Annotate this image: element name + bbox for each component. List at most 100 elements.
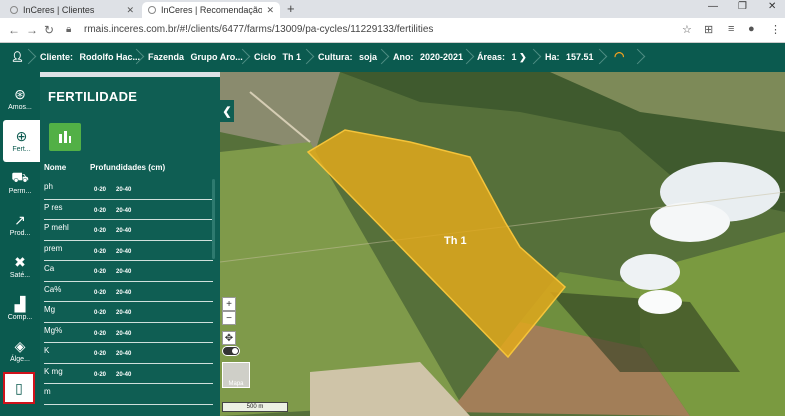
breadcrumb-separator [237, 47, 247, 67]
year-selector[interactable]: Ano: 2020-2021 [393, 52, 463, 62]
table-row[interactable]: P mehl 0-20 20-40 [44, 220, 213, 241]
table-row[interactable]: Ca% 0-20 20-40 [44, 282, 213, 302]
table-row[interactable]: Ca 0-20 20-40 [44, 261, 213, 282]
table-row[interactable]: Mg% 0-20 20-40 [44, 323, 213, 343]
layers-icon: ◈ [14, 337, 26, 354]
rail-item-amostragem[interactable]: ⊛ Amos... [3, 78, 37, 120]
browser-tab-recomendacao[interactable]: InCeres | Recomendação ✕ [142, 2, 280, 18]
client-label: Cliente: [40, 52, 74, 62]
device-icon: ▯ [15, 379, 23, 396]
pan-move-icon[interactable]: ✥ [222, 331, 236, 345]
column-depth-header: Profundidades (cm) [90, 163, 166, 172]
basemap-switcher[interactable]: Mapa [222, 362, 250, 388]
rail-item-fertilidade[interactable]: ⊕ Fert... [3, 120, 40, 162]
url-field[interactable]: rmais.inceres.com.br/#!/clients/6477/far… [84, 24, 433, 35]
farm-label: Fazenda [148, 52, 185, 62]
depth-20-40[interactable]: 20-40 [116, 228, 131, 234]
farm-selector[interactable]: Fazenda Grupo Aro... [148, 52, 243, 62]
depth-0-20[interactable]: 0-20 [94, 310, 106, 316]
tab-title: InCeres | Clientes [23, 5, 95, 15]
collapse-panel-button[interactable]: ❮ [220, 100, 234, 122]
menu-kebab-icon[interactable]: ⋮ [770, 23, 781, 36]
depth-0-20[interactable]: 0-20 [94, 208, 106, 214]
browser-tab-clientes[interactable]: InCeres | Clientes ✕ [4, 2, 140, 18]
row-name: m [44, 387, 51, 396]
table-row[interactable]: prem 0-20 20-40 [44, 241, 213, 261]
breadcrumb-separator [23, 47, 33, 67]
areas-selector[interactable]: Áreas: 1 ❯ [477, 52, 527, 63]
map-view[interactable] [220, 72, 785, 416]
depth-0-20[interactable]: 0-20 [94, 269, 106, 275]
address-bar: ← → ↻ 🔒︎ rmais.inceres.com.br/#!/clients… [0, 18, 785, 43]
depth-0-20[interactable]: 0-20 [94, 187, 106, 193]
cycle-selector[interactable]: Ciclo Th 1 [254, 52, 301, 62]
zoom-out-button[interactable]: − [222, 311, 236, 325]
map-scale: 500 m [222, 402, 288, 412]
depth-20-40[interactable]: 20-40 [116, 187, 131, 193]
sample-icon: ⊛ [14, 85, 26, 102]
depth-0-20[interactable]: 0-20 [94, 228, 106, 234]
wifi-icon[interactable]: ◠ [614, 49, 624, 63]
translate-icon[interactable]: ⊞ [704, 23, 713, 36]
bookmark-star-icon[interactable]: ☆ [682, 23, 692, 36]
profile-icon[interactable]: ● [748, 23, 755, 35]
back-icon[interactable]: ← [8, 23, 20, 37]
ha-value: 157.51 [566, 52, 594, 62]
close-tab-icon[interactable]: ✕ [266, 5, 274, 16]
forward-icon[interactable]: → [26, 23, 38, 37]
year-label: Ano: [393, 52, 414, 62]
depth-20-40[interactable]: 20-40 [116, 290, 131, 296]
rail-item-label: Álge... [10, 356, 30, 363]
fertility-action-button[interactable] [49, 123, 81, 151]
crop-selector[interactable]: Cultura: soja [318, 52, 377, 62]
basemap-label: Mapa [228, 381, 244, 387]
depth-20-40[interactable]: 20-40 [116, 372, 131, 378]
rail-item-compactacao[interactable]: ▟ Comp... [3, 288, 37, 330]
table-row[interactable]: K mg 0-20 20-40 [44, 364, 213, 384]
rail-item-device[interactable]: ▯ [3, 372, 35, 404]
rail-item-produtividade[interactable]: ↗ Prod... [3, 204, 37, 246]
depth-20-40[interactable]: 20-40 [116, 208, 131, 214]
table-row[interactable]: Mg 0-20 20-40 [44, 302, 213, 323]
field-label: Th 1 [444, 235, 467, 247]
layer-toggle[interactable] [222, 346, 240, 356]
ha-display: Ha: 157.51 [545, 52, 594, 62]
close-window-icon[interactable]: ✕ [768, 1, 776, 12]
close-tab-icon[interactable]: ✕ [126, 5, 134, 16]
reading-list-icon[interactable]: ≡ [728, 23, 734, 35]
breadcrumb-separator [461, 47, 471, 67]
maximize-icon[interactable]: ❐ [738, 1, 747, 12]
fertility-panel: FERTILIDADE Nome Profundidades (cm) ph 0-… [40, 77, 220, 416]
table-row[interactable]: ph 0-20 20-40 [44, 179, 213, 200]
depth-0-20[interactable]: 0-20 [94, 372, 106, 378]
depth-0-20[interactable]: 0-20 [94, 351, 106, 357]
chart-line-icon: ↗ [14, 211, 26, 228]
ha-label: Ha: [545, 52, 560, 62]
table-row[interactable]: K 0-20 20-40 [44, 343, 213, 364]
depth-20-40[interactable]: 20-40 [116, 310, 131, 316]
areas-label: Áreas: [477, 52, 506, 62]
panel-scrollbar[interactable] [212, 179, 215, 259]
depth-0-20[interactable]: 0-20 [94, 249, 106, 255]
row-name: P mehl [44, 223, 69, 232]
depth-0-20[interactable]: 0-20 [94, 331, 106, 337]
rail-item-satelite[interactable]: ✖ Saté... [3, 246, 37, 288]
new-tab-icon[interactable]: + [287, 1, 295, 16]
client-selector[interactable]: Cliente: Rodolfo Hac... [40, 52, 140, 62]
rail-item-label: Amos... [8, 104, 32, 111]
depth-20-40[interactable]: 20-40 [116, 269, 131, 275]
table-row[interactable]: m [44, 384, 213, 405]
row-name: Mg% [44, 325, 63, 335]
minimize-icon[interactable]: — [708, 1, 718, 12]
factory-icon: ▟ [14, 295, 26, 312]
depth-20-40[interactable]: 20-40 [116, 331, 131, 337]
depth-0-20[interactable]: 0-20 [94, 290, 106, 296]
reload-icon[interactable]: ↻ [44, 23, 54, 37]
rail-item-permanente[interactable]: ⛟ Perm... [3, 162, 37, 204]
depth-20-40[interactable]: 20-40 [116, 351, 131, 357]
depth-20-40[interactable]: 20-40 [116, 249, 131, 255]
zoom-in-button[interactable]: + [222, 297, 236, 311]
table-row[interactable]: P res 0-20 20-40 [44, 200, 213, 220]
rail-item-algebra[interactable]: ◈ Álge... [3, 330, 37, 372]
browser-tab-strip: InCeres | Clientes ✕ InCeres | Recomenda… [0, 0, 785, 18]
